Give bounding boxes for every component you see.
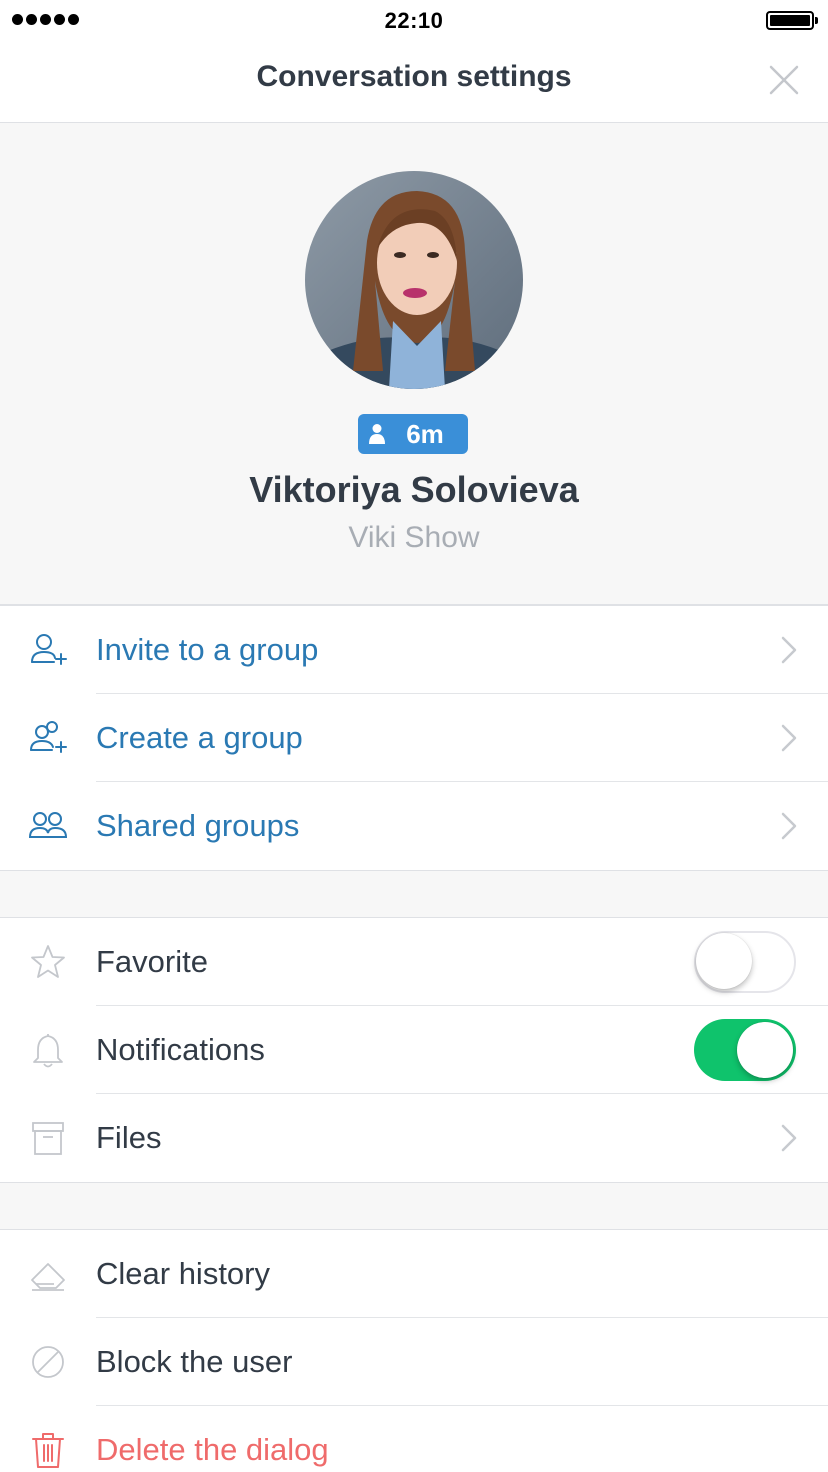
create-group-row[interactable]: Create a group: [0, 694, 828, 782]
section-divider: [0, 1183, 828, 1230]
status-badge-text: 6m: [406, 418, 444, 449]
chevron-right-icon: [781, 812, 797, 840]
files-row[interactable]: Files: [0, 1094, 828, 1182]
status-badge: 6m: [358, 414, 468, 454]
chevron-right-icon: [781, 1124, 797, 1152]
block-user-row[interactable]: Block the user: [0, 1318, 828, 1406]
chevron-right-icon: [781, 636, 797, 664]
page-title: Conversation settings: [256, 60, 572, 93]
invite-to-group-label: Invite to a group: [96, 632, 319, 667]
notifications-toggle[interactable]: [694, 1019, 796, 1081]
preferences-section: Favorite Notifications Files: [0, 917, 828, 1183]
delete-dialog-label: Delete the dialog: [96, 1432, 329, 1467]
files-label: Files: [96, 1120, 162, 1155]
battery-icon: [766, 11, 818, 30]
bell-icon: [33, 1033, 63, 1068]
notifications-row: Notifications: [0, 1006, 828, 1094]
person-icon: [369, 424, 385, 444]
profile-name: Viktoriya Solovieva: [249, 469, 579, 510]
group-add-icon: [30, 721, 67, 753]
block-icon: [32, 1346, 64, 1378]
status-bar: 22:10: [0, 0, 828, 40]
invite-to-group-row[interactable]: Invite to a group: [0, 606, 828, 694]
favorite-label: Favorite: [96, 944, 208, 979]
clear-history-label: Clear history: [96, 1256, 270, 1291]
chevron-right-icon: [781, 724, 797, 752]
clear-history-row[interactable]: Clear history: [0, 1230, 828, 1318]
close-icon[interactable]: [768, 64, 800, 96]
block-user-label: Block the user: [96, 1344, 293, 1379]
star-icon: [31, 945, 65, 978]
profile-header: 6m Viktoriya Solovieva Viki Show: [0, 123, 828, 605]
group-actions-section: Invite to a group Create a group Shared …: [0, 605, 828, 871]
nav-bar: Conversation settings: [0, 40, 828, 123]
group-icon: [28, 812, 68, 838]
archive-box-icon: [32, 1122, 64, 1155]
eraser-icon: [31, 1263, 65, 1291]
avatar[interactable]: [305, 171, 523, 389]
create-group-label: Create a group: [96, 720, 303, 755]
status-time: 22:10: [384, 8, 444, 33]
trash-icon: [32, 1433, 64, 1468]
profile-subtitle: Viki Show: [348, 521, 480, 554]
favorite-toggle[interactable]: [694, 931, 796, 993]
delete-dialog-row[interactable]: Delete the dialog: [0, 1406, 828, 1472]
notifications-label: Notifications: [96, 1032, 265, 1067]
shared-groups-row[interactable]: Shared groups: [0, 782, 828, 870]
danger-actions-section: Clear history Block the user Delete the …: [0, 1229, 828, 1472]
favorite-row: Favorite: [0, 918, 828, 1006]
shared-groups-label: Shared groups: [96, 808, 300, 843]
section-divider: [0, 871, 828, 918]
person-add-icon: [31, 634, 67, 665]
